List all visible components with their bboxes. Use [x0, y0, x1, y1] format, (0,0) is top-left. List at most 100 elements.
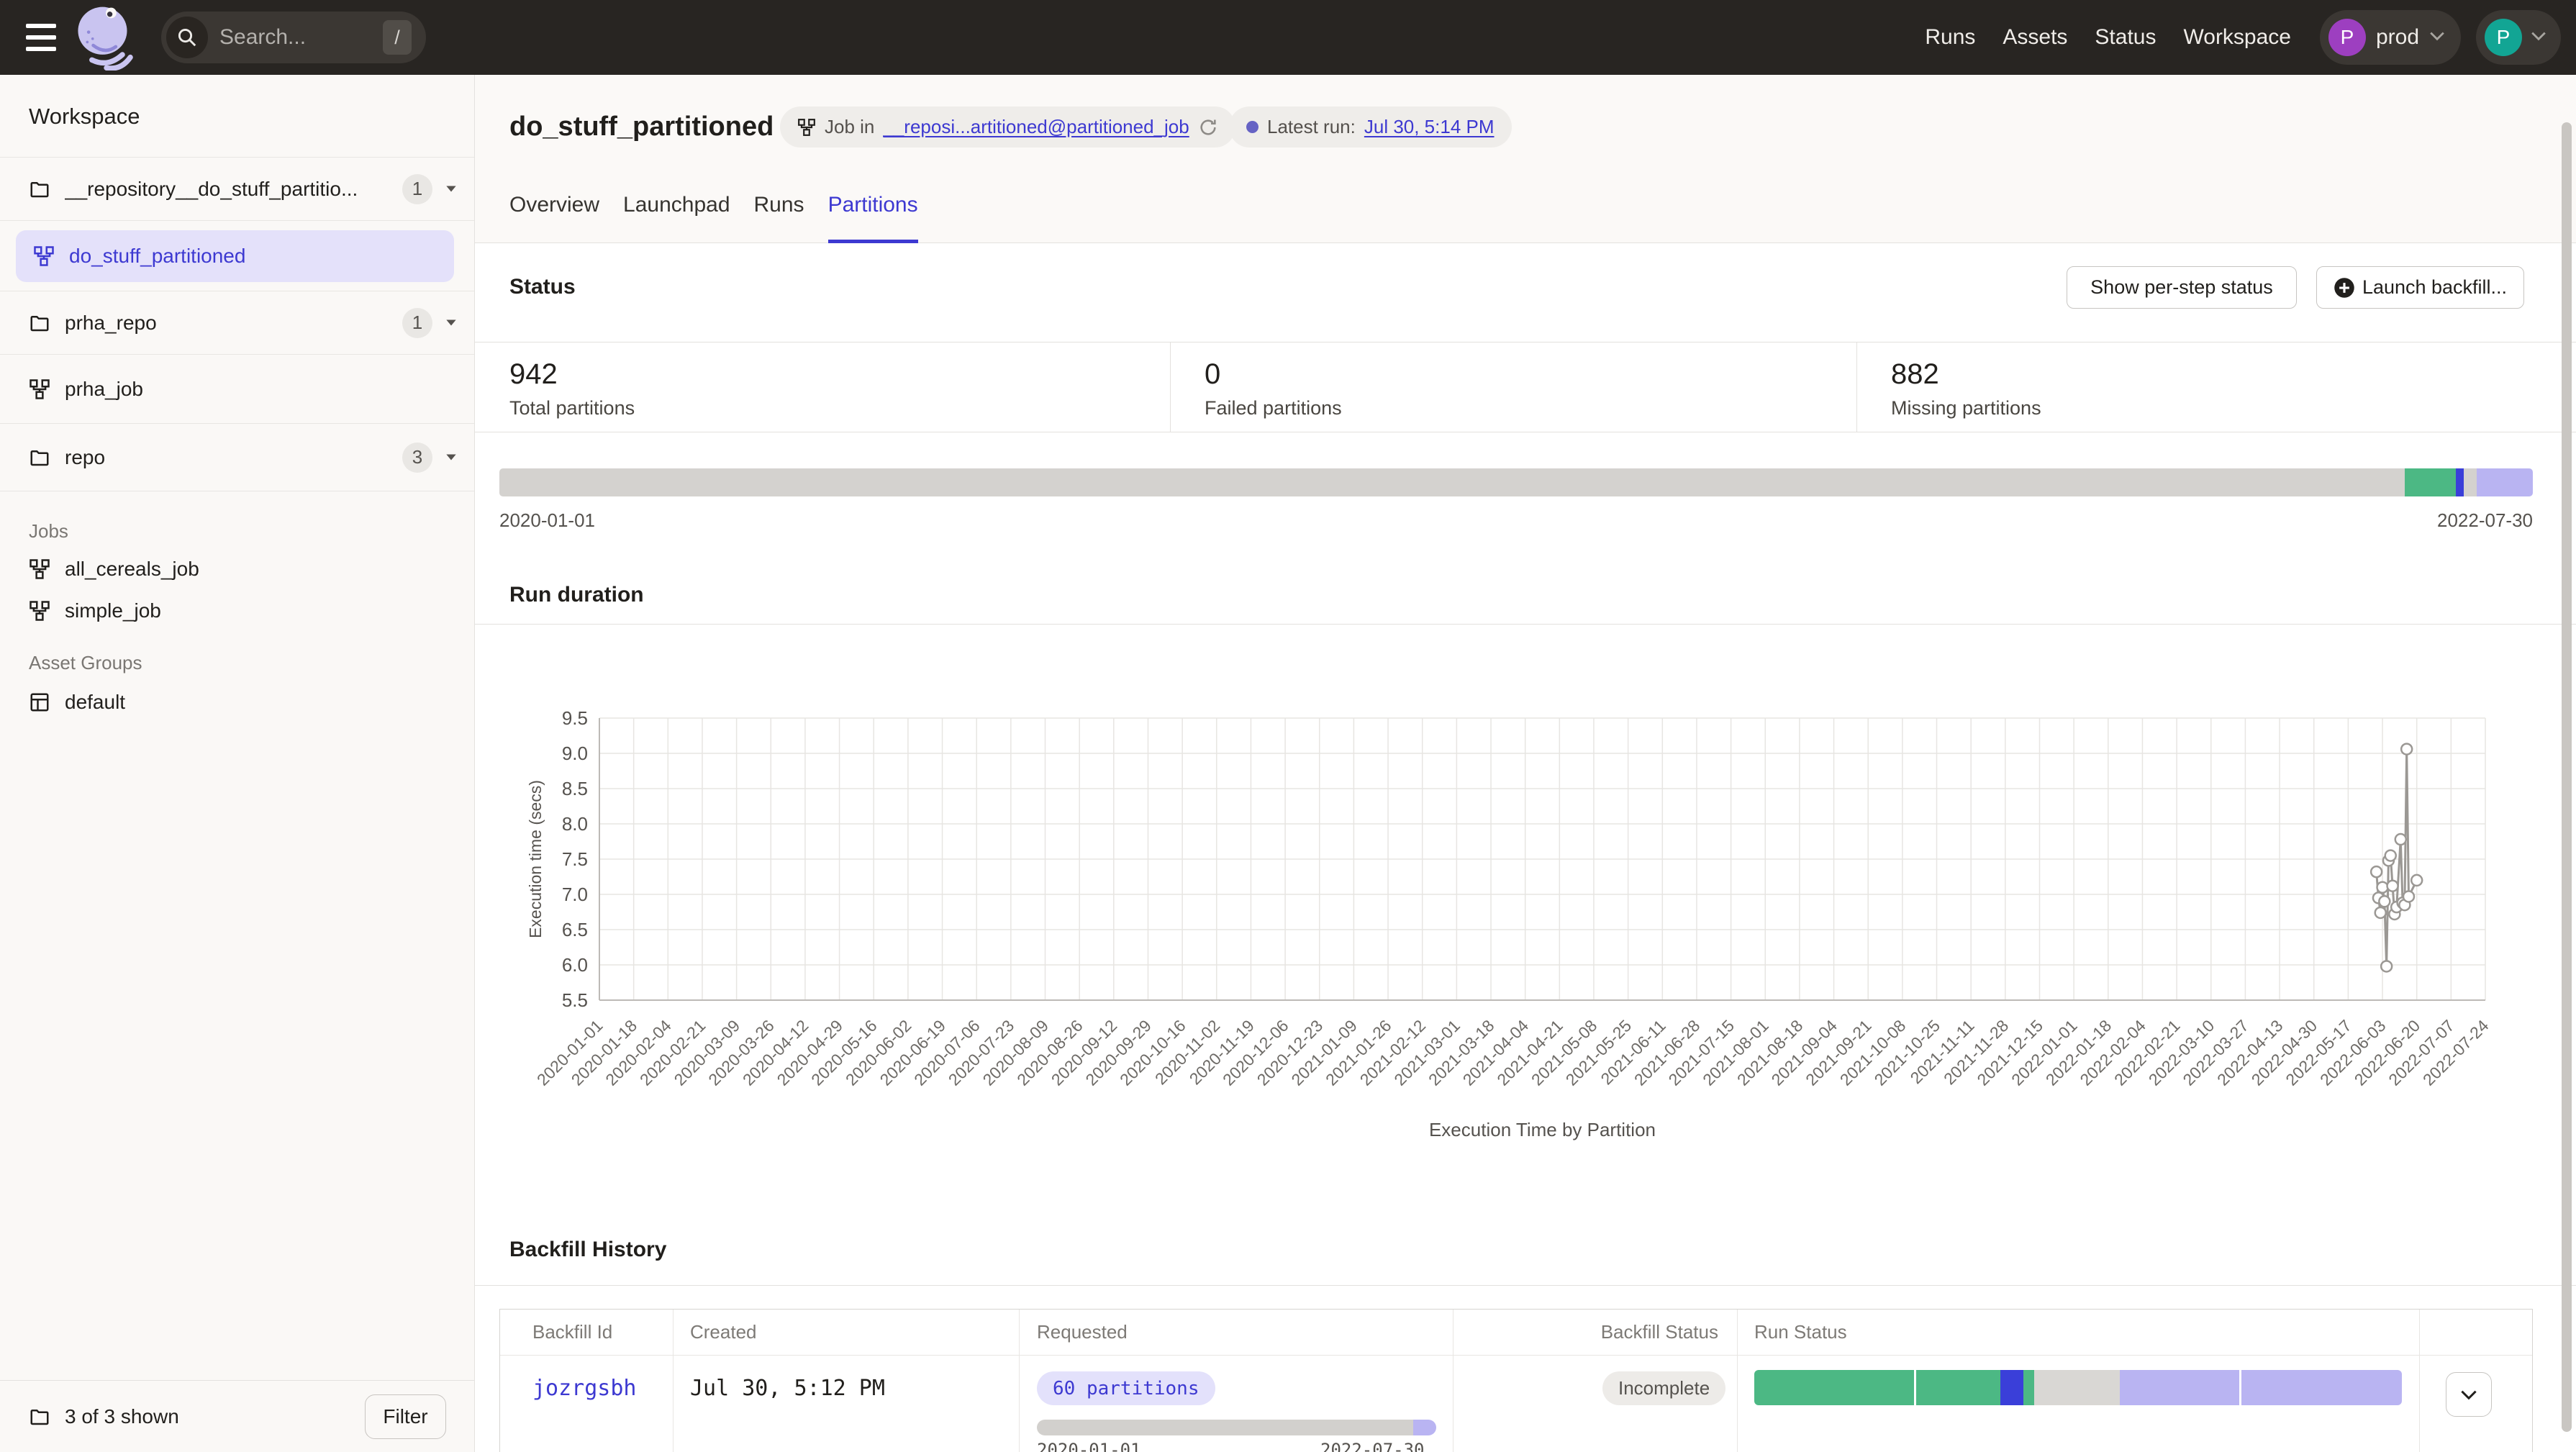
divider [2419, 1310, 2420, 1452]
divider [1019, 1310, 1020, 1452]
requested-range-start: 2020-01-01 [1037, 1440, 1141, 1452]
deployment-switcher[interactable]: P prod [2320, 10, 2461, 65]
run-status-bar[interactable] [1754, 1370, 2402, 1405]
show-per-step-status-button[interactable]: Show per-step status [2067, 266, 2297, 309]
partition-status-bar[interactable] [499, 468, 2533, 496]
requested-progress-bar [1037, 1420, 1436, 1435]
sidebar-item-label: do_stuff_partitioned [69, 245, 245, 268]
bar-segment [2120, 1370, 2239, 1405]
sidebar-item-label: all_cereals_job [65, 558, 199, 581]
run-status-dot-icon [1246, 121, 1258, 133]
search-placeholder: Search... [219, 25, 383, 50]
latest-run-link[interactable]: Jul 30, 5:14 PM [1364, 116, 1495, 138]
column-header-backfill-status: Backfill Status [1477, 1310, 1718, 1355]
svg-text:8.0: 8.0 [562, 813, 588, 835]
user-menu[interactable]: P [2476, 10, 2561, 65]
main-content: do_stuff_partitioned Job in __reposi...a… [475, 75, 2576, 1452]
bar-segment [2034, 1370, 2121, 1405]
sidebar-item-prha-repo[interactable]: prha_repo1 [0, 291, 474, 355]
filter-button[interactable]: Filter [365, 1394, 446, 1439]
bar-segment [2405, 468, 2456, 496]
launch-backfill-button[interactable]: Launch backfill... [2316, 266, 2524, 309]
sidebar-item--repository-do-stuff-partitio-[interactable]: __repository__do_stuff_partitio...1 [0, 158, 474, 221]
bar-segment [1916, 1370, 2000, 1405]
sidebar-item-do-stuff-partitioned[interactable]: do_stuff_partitioned [0, 221, 474, 291]
sidebar-item-label: repo [65, 446, 105, 469]
dagit-partitions-page: Search... / Runs Assets Status Workspace P … [0, 0, 2576, 1452]
expand-row-button[interactable] [2446, 1372, 2492, 1417]
grid-icon [29, 691, 50, 713]
search-shortcut-badge: / [383, 20, 412, 55]
top-navigation-bar: Search... / Runs Assets Status Workspace P … [0, 0, 2576, 75]
repository-link[interactable]: __reposi...artitioned@partitioned_job [883, 116, 1189, 138]
caret-down-icon[interactable] [445, 319, 457, 327]
divider [475, 1285, 2576, 1286]
menu-icon[interactable] [26, 24, 56, 51]
top-nav-runs[interactable]: Runs [1925, 25, 1975, 50]
status-heading: Status [509, 269, 576, 305]
sidebar-title: Workspace [0, 75, 474, 157]
job-icon [29, 600, 50, 622]
sidebar-item-simple_job[interactable]: simple_job [0, 590, 474, 632]
folder-icon [29, 178, 50, 200]
tab-partitions[interactable]: Partitions [828, 180, 918, 243]
tab-runs[interactable]: Runs [754, 180, 804, 243]
svg-text:8.5: 8.5 [562, 778, 588, 799]
sidebar-item-repo[interactable]: repo3 [0, 424, 474, 491]
reload-icon[interactable] [1198, 117, 1218, 137]
svg-text:7.5: 7.5 [562, 848, 588, 870]
tab-launchpad[interactable]: Launchpad [623, 180, 730, 243]
bar-segment [499, 468, 2405, 496]
top-nav-status[interactable]: Status [2095, 25, 2156, 50]
caret-down-icon[interactable] [445, 453, 457, 461]
divider [500, 1355, 2532, 1356]
requested-partitions-chip[interactable]: 60 partitions [1037, 1371, 1215, 1405]
sidebar-item-default[interactable]: default [0, 681, 474, 723]
run-duration-heading: Run duration [509, 577, 644, 613]
bar-segment [1413, 1420, 1436, 1435]
tab-overview[interactable]: Overview [509, 180, 599, 243]
column-header-requested: Requested [1037, 1310, 1128, 1355]
backfill-history-heading: Backfill History [509, 1232, 666, 1268]
total-partitions-label: Total partitions [509, 397, 635, 419]
requested-range-end: 2022-07-30 [1320, 1440, 1425, 1452]
selected-item-highlight: do_stuff_partitioned [16, 230, 454, 282]
column-header-run-status: Run Status [1754, 1310, 1847, 1355]
sidebar-item-prha-job[interactable]: prha_job [0, 355, 474, 424]
top-nav-assets[interactable]: Assets [2003, 25, 2067, 50]
divider [1737, 1310, 1738, 1452]
job-icon [33, 245, 55, 267]
search-input[interactable]: Search... / [161, 12, 426, 63]
dagster-logo-icon[interactable] [73, 4, 140, 71]
bar-segment [1037, 1420, 1413, 1435]
missing-partitions-value: 882 [1891, 358, 1939, 391]
divider [1170, 342, 1171, 432]
column-header-backfill-id: Backfill Id [532, 1310, 612, 1355]
svg-text:Execution time (secs): Execution time (secs) [526, 780, 545, 938]
divider [673, 1310, 674, 1452]
tab-bar: Overview Launchpad Runs Partitions [509, 180, 918, 243]
chevron-down-icon [2531, 31, 2546, 45]
sidebar-item-all_cereals_job[interactable]: all_cereals_job [0, 548, 474, 590]
svg-text:6.0: 6.0 [562, 954, 588, 976]
partition-counts: 942 Total partitions 0 Failed partitions… [475, 342, 2576, 432]
search-icon [166, 17, 208, 58]
svg-text:6.5: 6.5 [562, 919, 588, 940]
job-location-pill: Job in __reposi...artitioned@partitioned… [780, 106, 1235, 148]
failed-partitions-value: 0 [1205, 358, 1220, 391]
top-nav-workspace[interactable]: Workspace [2183, 25, 2291, 50]
total-partitions-value: 942 [509, 358, 558, 391]
repository-list: __repository__do_stuff_partitio...1 do_st… [0, 157, 474, 491]
vertical-scrollbar[interactable] [2562, 122, 2572, 1432]
deployment-avatar: P [2328, 19, 2366, 56]
backfill-status-badge: Incomplete [1602, 1371, 1725, 1405]
backfill-id-link[interactable]: jozrgsbh [532, 1376, 637, 1401]
user-avatar: P [2485, 19, 2522, 56]
job-icon [797, 118, 816, 137]
execution-time-chart[interactable]: 9.59.08.58.07.57.06.56.05.52020-01-01202… [475, 624, 2576, 1156]
caret-down-icon[interactable] [445, 185, 457, 193]
job-icon [29, 378, 50, 400]
page-header: do_stuff_partitioned Job in __reposi...a… [475, 75, 2576, 243]
partition-range-end: 2022-07-30 [2437, 509, 2533, 532]
job-icon [29, 558, 50, 580]
